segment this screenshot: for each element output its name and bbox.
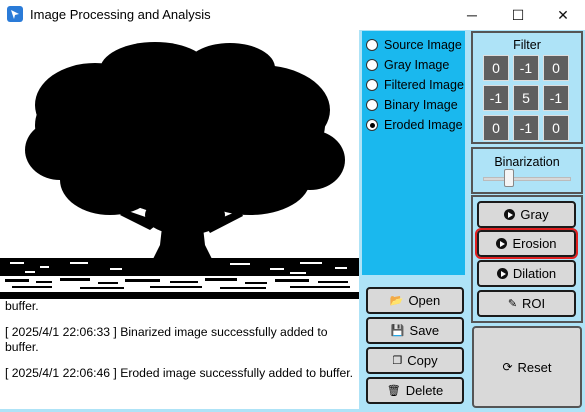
close-button[interactable]: ✕ xyxy=(540,0,585,30)
gray-label: Gray xyxy=(520,207,549,222)
radio-label: Binary Image xyxy=(384,98,458,112)
open-label: Open xyxy=(408,293,441,308)
log-entry: buffer. xyxy=(5,299,39,313)
app-logo-icon xyxy=(7,6,23,22)
radio-eroded-image[interactable]: Eroded Image xyxy=(362,115,465,135)
save-label: Save xyxy=(409,323,440,338)
erosion-button[interactable]: Erosion xyxy=(475,228,578,259)
gray-button[interactable]: Gray xyxy=(477,201,576,228)
play-circle-icon xyxy=(496,268,508,279)
radio-button[interactable] xyxy=(366,79,378,91)
kernel-cell[interactable]: 0 xyxy=(543,115,569,141)
filter-kernel-grid: 0 -1 0 -1 5 -1 0 -1 0 xyxy=(483,55,573,141)
kernel-cell[interactable]: 0 xyxy=(543,55,569,81)
radio-button-selected[interactable] xyxy=(366,119,378,131)
kernel-cell[interactable]: -1 xyxy=(513,115,539,141)
kernel-cell[interactable]: 5 xyxy=(513,85,539,111)
save-button[interactable]: 💾 Save xyxy=(366,317,464,344)
filter-title: Filter xyxy=(513,38,541,52)
dilation-label: Dilation xyxy=(512,266,557,281)
kernel-cell[interactable]: 0 xyxy=(483,115,509,141)
window-title: Image Processing and Analysis xyxy=(30,7,211,22)
folder-open-icon: 📂 xyxy=(389,295,404,307)
play-circle-icon xyxy=(504,209,516,220)
floppy-disk-icon: 💾 xyxy=(390,325,405,337)
delete-label: Delete xyxy=(405,383,444,398)
binarization-slider-track[interactable] xyxy=(483,177,571,181)
radio-binary-image[interactable]: Binary Image xyxy=(362,95,465,115)
binarization-title: Binarization xyxy=(494,155,560,169)
delete-button[interactable]: 🗑 Delete xyxy=(366,377,464,404)
copy-button[interactable]: ❐ Copy xyxy=(366,347,464,374)
dilation-button[interactable]: Dilation xyxy=(477,260,576,287)
copy-icon: ❐ xyxy=(392,355,403,367)
kernel-cell[interactable]: 0 xyxy=(483,55,509,81)
radio-button[interactable] xyxy=(366,39,378,51)
radio-label: Eroded Image xyxy=(384,118,463,132)
radio-source-image[interactable]: Source Image xyxy=(362,35,465,55)
radio-label: Filtered Image xyxy=(384,78,464,92)
radio-gray-image[interactable]: Gray Image xyxy=(362,55,465,75)
roi-label: ROI xyxy=(522,296,546,311)
minimize-button[interactable]: ─ xyxy=(449,0,495,30)
kernel-cell[interactable]: -1 xyxy=(543,85,569,111)
log-output[interactable]: buffer. [ 2025/4/1 22:06:33 ] Binarized … xyxy=(0,299,359,409)
edit-icon: ✎ xyxy=(507,298,518,310)
radio-button[interactable] xyxy=(366,59,378,71)
radio-filtered-image[interactable]: Filtered Image xyxy=(362,75,465,95)
trash-icon: 🗑 xyxy=(386,385,401,397)
filter-panel: Filter 0 -1 0 -1 5 -1 0 -1 0 xyxy=(471,31,583,144)
erosion-label: Erosion xyxy=(512,236,557,251)
log-entry: [ 2025/4/1 22:06:46 ] Eroded image succe… xyxy=(5,365,354,380)
eroded-tree-image xyxy=(0,30,359,299)
image-source-selector: Source Image Gray Image Filtered Image B… xyxy=(362,31,465,275)
roi-button[interactable]: ✎ ROI xyxy=(477,290,576,317)
kernel-cell[interactable]: -1 xyxy=(513,55,539,81)
maximize-button[interactable]: ☐ xyxy=(495,0,541,30)
radio-label: Gray Image xyxy=(384,58,450,72)
log-entry: [ 2025/4/1 22:06:33 ] Binarized image su… xyxy=(5,324,328,355)
radio-button[interactable] xyxy=(366,99,378,111)
copy-label: Copy xyxy=(407,353,438,368)
refresh-icon: ⟳ xyxy=(502,360,513,374)
reset-label: Reset xyxy=(517,359,552,375)
open-button[interactable]: 📂 Open xyxy=(366,287,464,314)
image-display xyxy=(0,30,359,299)
kernel-cell[interactable]: -1 xyxy=(483,85,509,111)
binarization-panel: Binarization xyxy=(471,147,583,194)
title-bar: Image Processing and Analysis ─ ☐ ✕ xyxy=(0,0,585,30)
reset-button[interactable]: ⟳ Reset xyxy=(472,326,582,408)
radio-label: Source Image xyxy=(384,38,462,52)
play-circle-icon xyxy=(496,238,508,249)
binarization-slider-thumb[interactable] xyxy=(504,169,515,187)
